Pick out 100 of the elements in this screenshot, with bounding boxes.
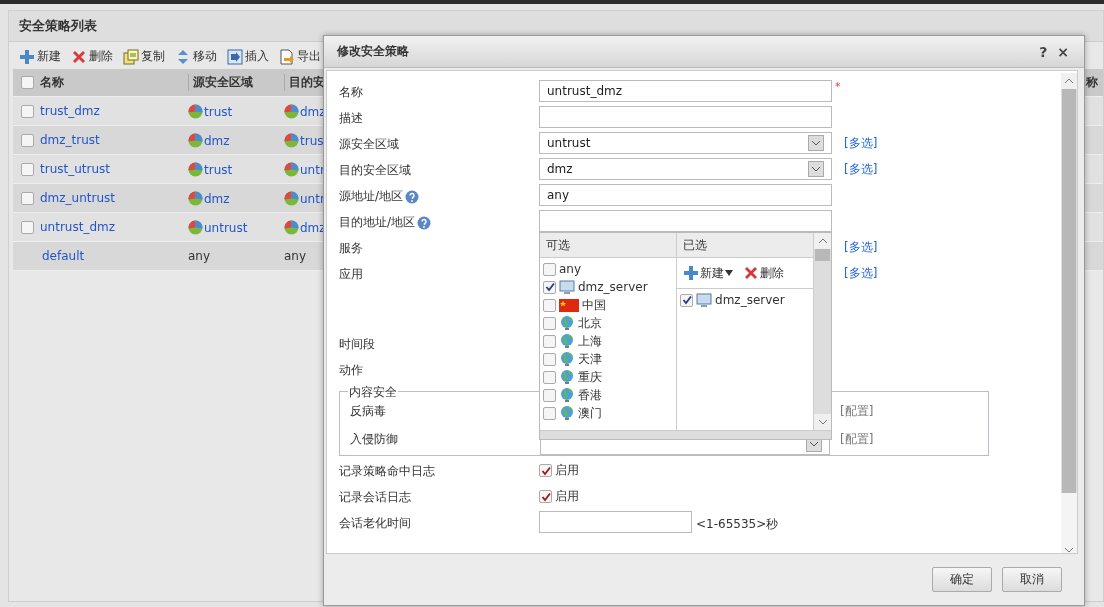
horizontal-scrollbar[interactable] [540,430,831,439]
policy-name-link[interactable]: dmz_trust [40,133,100,147]
list-item[interactable]: dmz_server [540,278,677,296]
delete-icon [71,48,87,65]
toolbar-button[interactable]: 移动 [175,48,217,65]
config-link[interactable]: [配置] [840,431,874,448]
table-cell: any [284,249,307,263]
table-cell: any [188,249,211,263]
field-label: 目的安全区域 [339,162,411,179]
monitor-icon [696,292,713,308]
plus-icon [683,265,700,281]
checkbox[interactable] [21,220,34,234]
list-item[interactable]: dmz_server [677,291,814,309]
pie-chart-icon [284,103,299,119]
list-item[interactable]: 澳门 [540,404,677,422]
field-label: 时间段 [339,336,375,353]
pie-chart-icon [188,190,203,206]
toolbar-button[interactable]: 插入 [227,48,269,65]
select-field[interactable]: dmz [539,158,832,180]
zone-name: untrust [204,220,248,235]
toolbar-button[interactable]: 新建 [19,48,61,65]
list-item[interactable]: 香港 [540,386,677,404]
list-item[interactable]: 天津 [540,350,677,368]
field-label: 入侵防御 [350,431,399,448]
multi-select-link[interactable]: [多选] [844,132,878,152]
list-item[interactable]: 上海 [540,332,677,350]
policy-name-link[interactable]: default [42,249,85,263]
checkbox[interactable] [543,298,556,312]
checkbox[interactable] [543,352,556,366]
checkbox[interactable] [543,334,556,348]
pie-chart-icon [188,132,203,148]
list-item[interactable]: any [540,260,677,278]
globe-icon [559,369,575,385]
checkbox[interactable] [21,104,34,118]
toolbar-button[interactable]: 导出 [279,48,321,65]
toolbar-button[interactable]: 删除 [743,264,785,282]
checkbox[interactable] [543,388,556,402]
dialog-button[interactable]: 取消 [1002,567,1062,592]
checkbox[interactable] [21,191,34,205]
list-item[interactable]: 重庆 [540,368,677,386]
zone-name: untr [300,191,325,206]
checkbox[interactable] [543,316,556,330]
field-label: 动作 [339,362,363,379]
text-field[interactable] [539,106,832,128]
list-item[interactable]: 北京 [540,314,677,332]
scroll-up-icon[interactable] [1064,78,1074,84]
list-item[interactable]: 中国 [540,296,677,314]
text-field[interactable] [539,511,692,533]
scroll-up-icon[interactable] [817,238,828,244]
column-header: 可选 [540,233,677,258]
scroll-thumb[interactable] [815,249,830,261]
scroll-down-icon[interactable] [1064,547,1074,553]
column-header[interactable]: 称 [1086,74,1103,91]
checkbox[interactable] [543,406,556,420]
multi-select-link[interactable]: [多选] [844,236,878,256]
checkbox[interactable] [539,464,552,477]
column-header[interactable]: 源安全区域 [188,74,284,91]
close-button[interactable]: × [1052,43,1074,60]
help-button[interactable]: ? [1034,43,1053,60]
checkbox[interactable] [21,76,34,89]
field-label: 反病毒 [350,403,387,420]
policy-name-link[interactable]: trust_dmz [40,104,100,118]
text-field[interactable] [539,210,832,232]
checkbox[interactable] [543,262,556,276]
zone-name: untr [300,162,325,177]
policy-name-link[interactable]: untrust_dmz [40,220,116,234]
checkbox[interactable] [21,133,34,147]
multi-select-link[interactable]: [多选] [844,262,878,282]
export-icon [279,48,295,65]
toolbar-button[interactable]: 删除 [71,48,113,65]
text-field[interactable]: any [539,184,832,206]
config-link[interactable]: [配置] [840,403,874,420]
insert-icon [227,48,243,65]
zone-name: trus [300,133,324,148]
scroll-thumb[interactable] [1062,89,1076,493]
globe-icon [559,387,575,403]
checkbox[interactable] [543,370,556,384]
dialog-button[interactable]: 确定 [932,567,992,592]
zone-name: dmz [204,133,230,148]
checkbox[interactable] [21,162,34,176]
column-header[interactable]: 名称 [40,74,64,91]
globe-icon [559,351,575,367]
checkbox[interactable] [680,293,694,307]
select-field[interactable]: untrust [539,132,832,154]
toolbar-button[interactable]: 复制 [123,48,165,65]
checkbox[interactable] [539,490,552,503]
toolbar-button[interactable]: 新建 [683,264,734,282]
policy-name-link[interactable]: trust_utrust [40,162,110,176]
flag-icon [559,298,579,312]
text-field[interactable]: untrust_dmz [539,80,832,102]
scrollbar[interactable] [814,233,831,430]
copy-icon [123,48,139,65]
multi-select-link[interactable]: [多选] [844,158,878,178]
pie-chart-icon [284,132,299,148]
scroll-down-icon[interactable] [817,419,828,425]
scrollbar[interactable] [1061,73,1077,553]
checkbox[interactable] [543,280,556,294]
policy-name-link[interactable]: dmz_untrust [40,191,116,205]
field-label: 源地址/地区 [339,188,404,205]
field-label: 会话老化时间 [339,515,411,532]
